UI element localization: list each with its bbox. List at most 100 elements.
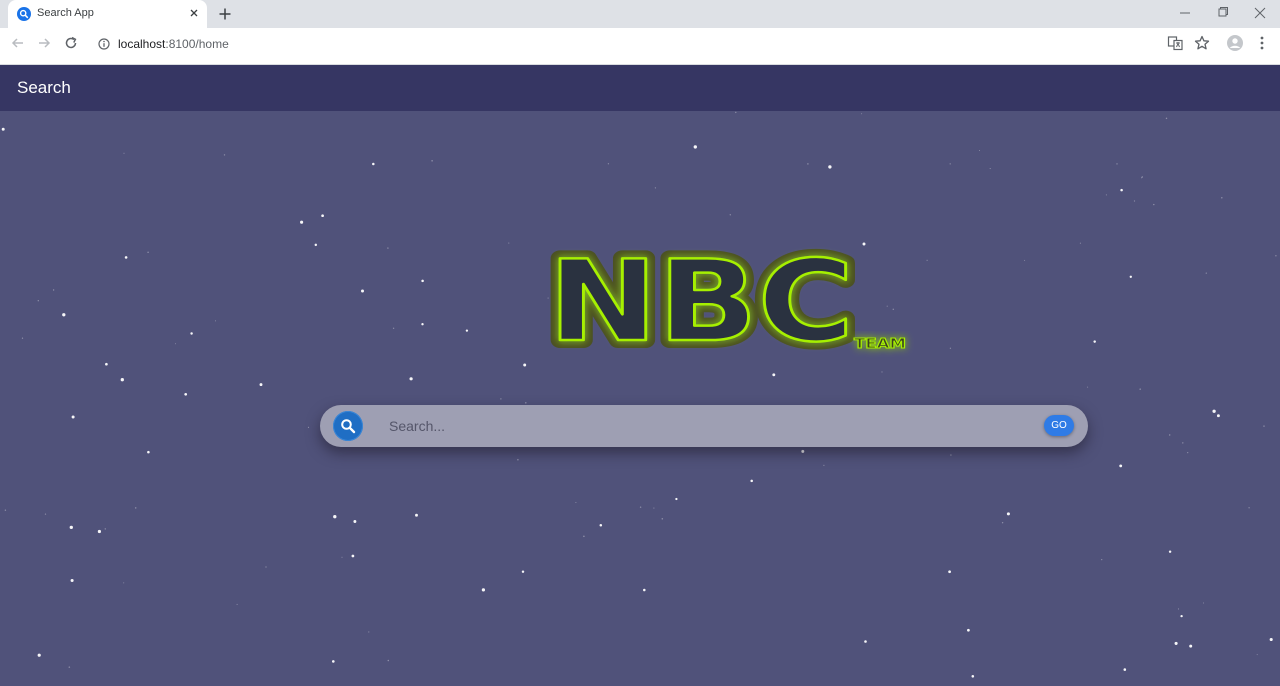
star: [575, 501, 577, 504]
star: [1133, 200, 1136, 202]
browser-tab-strip: Search App: [0, 0, 1280, 28]
star: [265, 566, 267, 568]
star: [4, 509, 7, 511]
star: [508, 242, 510, 244]
star: [37, 300, 39, 302]
star: [750, 479, 753, 483]
star: [1119, 464, 1123, 468]
minimize-icon[interactable]: [1175, 4, 1195, 22]
star: [1180, 614, 1183, 618]
search-icon: [17, 7, 31, 21]
star: [124, 256, 128, 259]
star: [21, 337, 24, 339]
star: [37, 653, 41, 657]
star: [1116, 163, 1118, 165]
star: [421, 279, 424, 283]
star: [978, 149, 981, 152]
star: [1212, 409, 1216, 413]
star: [654, 187, 657, 189]
search-icon[interactable]: [333, 411, 363, 441]
star: [525, 402, 527, 404]
browser-toolbar: localhost:8100/home: [0, 28, 1280, 58]
star: [971, 675, 975, 678]
star: [1168, 434, 1171, 436]
star: [62, 313, 66, 317]
plus-icon[interactable]: [216, 5, 234, 23]
close-icon[interactable]: [1250, 4, 1270, 22]
star: [523, 363, 527, 367]
star: [1187, 452, 1189, 454]
star: [259, 383, 263, 387]
close-icon[interactable]: [187, 6, 201, 20]
star: [97, 529, 101, 534]
star: [123, 152, 125, 154]
star: [387, 247, 389, 249]
star: [1093, 340, 1096, 343]
star: [1165, 117, 1168, 120]
star: [214, 320, 217, 322]
star: [123, 582, 125, 584]
star: [517, 458, 519, 461]
menu-icon[interactable]: [1253, 34, 1271, 52]
forward-icon[interactable]: [35, 34, 53, 52]
translate-icon[interactable]: [1166, 34, 1184, 52]
star: [147, 450, 150, 454]
star: [949, 163, 951, 165]
star: [639, 506, 642, 508]
star: [351, 554, 355, 558]
star: [392, 327, 395, 329]
browser-tab[interactable]: Search App: [8, 0, 207, 28]
star: [105, 362, 108, 366]
star: [361, 289, 364, 293]
star: [1275, 255, 1277, 257]
star: [729, 214, 731, 216]
reload-icon[interactable]: [62, 34, 80, 52]
star: [333, 515, 337, 519]
star: [661, 518, 664, 520]
star: [772, 373, 776, 377]
star: [71, 415, 75, 419]
star: [1216, 414, 1220, 418]
star: [372, 162, 375, 166]
star: [500, 398, 502, 400]
star: [147, 251, 149, 254]
star: [1006, 512, 1010, 516]
star: [1001, 522, 1004, 524]
star: [693, 145, 697, 149]
star: [583, 535, 585, 538]
star: [1101, 558, 1103, 561]
profile-icon[interactable]: [1226, 34, 1244, 52]
star: [134, 507, 137, 509]
star: [948, 570, 951, 574]
page-title: Search: [17, 78, 71, 97]
star: [1120, 188, 1123, 192]
star: [190, 332, 193, 335]
go-button[interactable]: GO: [1044, 415, 1074, 436]
star: [1174, 641, 1178, 645]
logo-sub-text: TEAM: [854, 337, 906, 352]
star: [353, 520, 357, 523]
star: [1024, 259, 1026, 261]
star-icon[interactable]: [1193, 34, 1211, 52]
star: [1248, 507, 1250, 509]
star: [861, 113, 863, 115]
star: [1123, 668, 1127, 671]
nbc-team-logo: NBC NBC TEAM: [540, 240, 907, 365]
star: [1168, 550, 1172, 553]
star: [368, 631, 370, 633]
star: [823, 464, 825, 466]
maximize-icon[interactable]: [1212, 4, 1232, 22]
star: [807, 163, 809, 165]
star: [331, 660, 335, 663]
back-icon[interactable]: [9, 34, 27, 52]
star: [415, 513, 418, 517]
star: [828, 165, 832, 169]
star: [1263, 425, 1265, 427]
star: [1182, 442, 1184, 444]
star: [1079, 242, 1081, 244]
info-icon[interactable]: [98, 37, 110, 55]
star: [926, 259, 928, 261]
address-bar[interactable]: localhost:8100/home: [90, 31, 1220, 55]
search-input[interactable]: [380, 413, 1020, 439]
star: [1139, 388, 1141, 390]
